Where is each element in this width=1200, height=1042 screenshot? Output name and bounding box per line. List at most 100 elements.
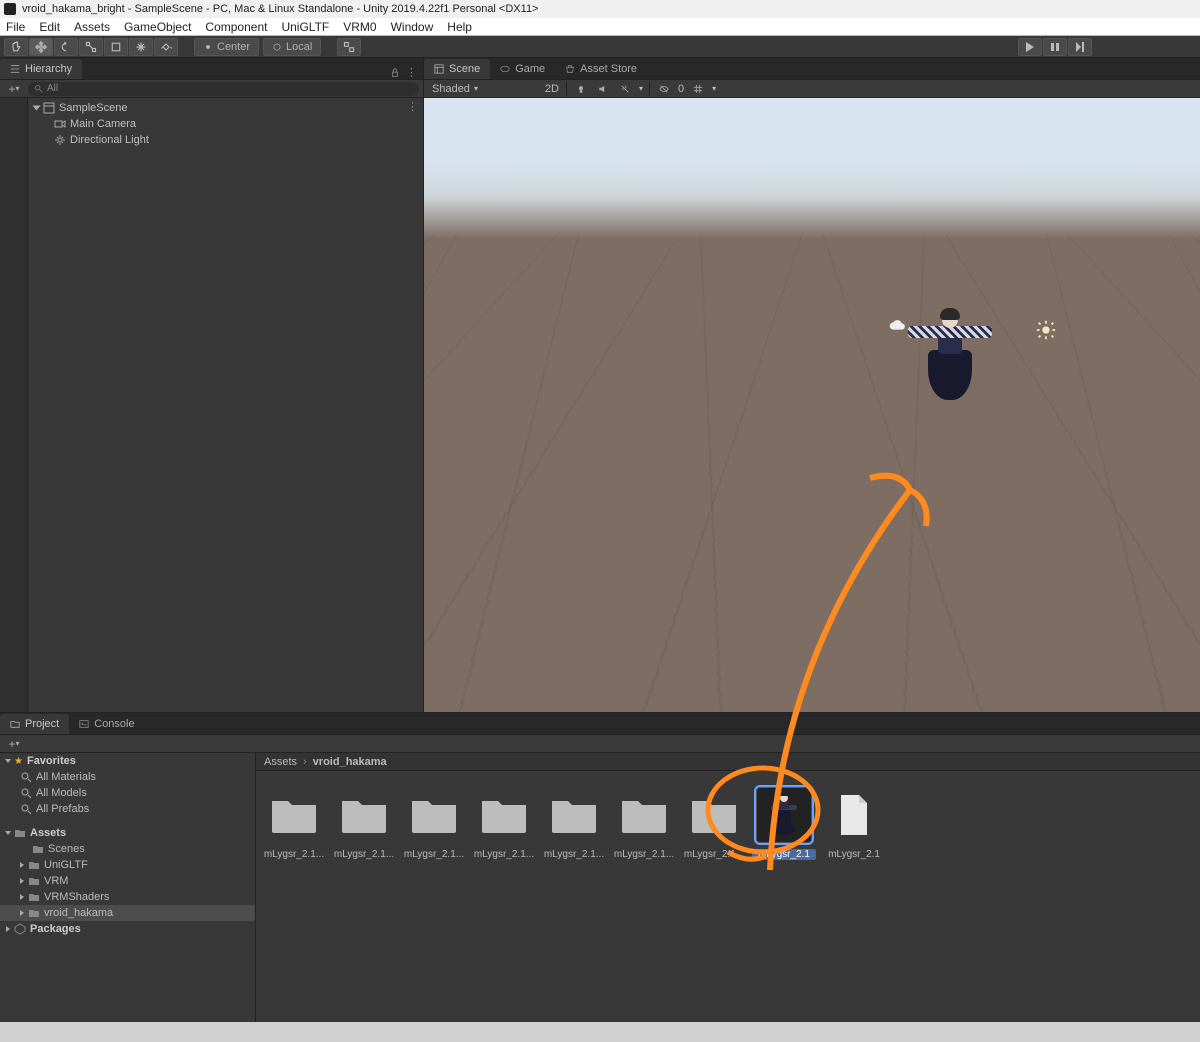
packages-row[interactable]: Packages xyxy=(0,921,255,937)
hand-tool[interactable] xyxy=(4,38,28,56)
scene-grid xyxy=(424,233,1200,712)
asset-item[interactable]: mLygsr_2.1... xyxy=(546,787,602,860)
fav-all-materials[interactable]: All Materials xyxy=(0,769,255,785)
asset-item[interactable]: mLygsr_2.1... xyxy=(476,787,532,860)
hierarchy-item-camera[interactable]: Main Camera xyxy=(28,116,423,132)
menu-window[interactable]: Window xyxy=(391,20,434,34)
asset-item[interactable]: mLygsr_2.1 xyxy=(756,787,812,860)
grid-toggle[interactable] xyxy=(690,82,706,96)
menu-vrm0[interactable]: VRM0 xyxy=(343,20,376,34)
asset-item[interactable]: mLygsr_2.1... xyxy=(686,787,742,860)
tab-asset-store[interactable]: Asset Store xyxy=(555,59,647,79)
play-button[interactable] xyxy=(1018,38,1042,56)
menu-gameobject[interactable]: GameObject xyxy=(124,20,191,34)
pivot-rotation-button[interactable]: Local xyxy=(263,38,321,56)
scene-panel: Scene Game Asset Store Shaded ▾ 2D xyxy=(424,58,1200,712)
tab-scene[interactable]: Scene xyxy=(424,59,490,79)
project-tabs: Project Console xyxy=(0,713,1200,735)
folder-icon xyxy=(32,843,44,855)
asset-label: mLygsr_2.1... xyxy=(612,849,676,860)
rect-tool[interactable] xyxy=(104,38,128,56)
snap-button[interactable] xyxy=(337,38,361,56)
tab-console[interactable]: Console xyxy=(69,714,144,734)
light-icon xyxy=(54,134,66,146)
scale-tool[interactable] xyxy=(79,38,103,56)
scene-viewport[interactable] xyxy=(424,98,1200,712)
menu-assets[interactable]: Assets xyxy=(74,20,110,34)
scene-character[interactable] xyxy=(920,310,980,410)
tab-game[interactable]: Game xyxy=(490,59,555,79)
project-breadcrumb[interactable]: Assets › vroid_hakama xyxy=(256,753,1200,771)
menu-unigltf[interactable]: UniGLTF xyxy=(281,20,329,34)
hidden-objects[interactable] xyxy=(656,82,672,96)
light-gizmo-icon[interactable] xyxy=(1034,318,1058,342)
project-panel: Project Console +▾ ★Favorites All Materi… xyxy=(0,712,1200,1022)
hierarchy-item-light[interactable]: Directional Light xyxy=(28,132,423,148)
add-object-button[interactable]: +▾ xyxy=(4,82,24,96)
audio-toggle[interactable] xyxy=(595,82,611,96)
asset-store-icon xyxy=(565,64,575,74)
asset-item[interactable]: mLygsr_2.1 xyxy=(826,787,882,860)
folder-icon xyxy=(28,875,40,887)
menu-file[interactable]: File xyxy=(6,20,25,34)
folder-vrm[interactable]: VRM xyxy=(0,873,255,889)
lock-icon[interactable] xyxy=(390,68,400,78)
console-icon xyxy=(79,719,89,729)
folder-icon xyxy=(28,907,40,919)
folder-thumb xyxy=(546,787,602,843)
breadcrumb-current[interactable]: vroid_hakama xyxy=(313,756,387,768)
main-area: Hierarchy ⋮ +▾ All ⋮ xyxy=(0,58,1200,712)
step-button[interactable] xyxy=(1068,38,1092,56)
hierarchy-icon xyxy=(10,64,20,74)
menu-edit[interactable]: Edit xyxy=(39,20,60,34)
folder-vroid-hakama[interactable]: vroid_hakama xyxy=(0,905,255,921)
unity-editor-window: vroid_hakama_bright - SampleScene - PC, … xyxy=(0,0,1200,1022)
rotate-tool[interactable] xyxy=(54,38,78,56)
foldout-icon[interactable] xyxy=(33,106,41,111)
hierarchy-gutter xyxy=(0,98,28,712)
folder-unigltf[interactable]: UniGLTF xyxy=(0,857,255,873)
hierarchy-search[interactable]: All xyxy=(28,82,419,96)
asset-item[interactable]: mLygsr_2.1... xyxy=(406,787,462,860)
hierarchy-tabs: Hierarchy ⋮ xyxy=(0,58,423,80)
pause-button[interactable] xyxy=(1043,38,1067,56)
camera-icon xyxy=(54,118,66,130)
lighting-toggle[interactable] xyxy=(573,82,589,96)
favorites-row[interactable]: ★Favorites xyxy=(0,753,255,769)
scene-menu-icon[interactable]: ⋮ xyxy=(407,100,419,113)
fx-toggle[interactable] xyxy=(617,82,633,96)
asset-item[interactable]: mLygsr_2.1... xyxy=(616,787,672,860)
2d-toggle[interactable]: 2D xyxy=(544,82,560,96)
asset-item[interactable]: mLygsr_2.1... xyxy=(266,787,322,860)
tab-hierarchy[interactable]: Hierarchy xyxy=(0,59,82,79)
folder-vrmshaders[interactable]: VRMShaders xyxy=(0,889,255,905)
fav-all-models[interactable]: All Models xyxy=(0,785,255,801)
camera-gizmo-icon[interactable] xyxy=(886,314,910,338)
folder-scenes[interactable]: Scenes xyxy=(0,841,255,857)
folder-icon xyxy=(28,859,40,871)
project-tree[interactable]: ★Favorites All Materials All Models All … xyxy=(0,753,256,1022)
project-icon xyxy=(10,719,20,729)
project-add-button[interactable]: +▾ xyxy=(4,737,24,751)
folder-thumb xyxy=(266,787,322,843)
pivot-mode-button[interactable]: Center xyxy=(194,38,259,56)
menu-component[interactable]: Component xyxy=(205,20,267,34)
shading-mode-dropdown[interactable]: Shaded ▾ xyxy=(428,83,482,95)
hierarchy-scene-row[interactable]: SampleScene xyxy=(28,100,423,116)
menubar[interactable]: File Edit Assets GameObject Component Un… xyxy=(0,18,1200,36)
move-tool[interactable] xyxy=(29,38,53,56)
scene-tabs: Scene Game Asset Store xyxy=(424,58,1200,80)
hierarchy-tree[interactable]: ⋮ SampleScene Main Camera Directional Li… xyxy=(28,98,423,712)
asset-grid[interactable]: mLygsr_2.1...mLygsr_2.1...mLygsr_2.1...m… xyxy=(256,771,1200,1022)
fav-all-prefabs[interactable]: All Prefabs xyxy=(0,801,255,817)
breadcrumb-assets[interactable]: Assets xyxy=(264,756,297,768)
panel-menu-icon[interactable]: ⋮ xyxy=(406,66,417,79)
asset-item[interactable]: mLygsr_2.1... xyxy=(336,787,392,860)
transform-tool[interactable] xyxy=(129,38,153,56)
scene-tab-icon xyxy=(434,64,444,74)
custom-tool[interactable] xyxy=(154,38,178,56)
assets-row[interactable]: Assets xyxy=(0,825,255,841)
menu-help[interactable]: Help xyxy=(447,20,472,34)
tab-project[interactable]: Project xyxy=(0,714,69,734)
transform-tools xyxy=(4,38,178,56)
